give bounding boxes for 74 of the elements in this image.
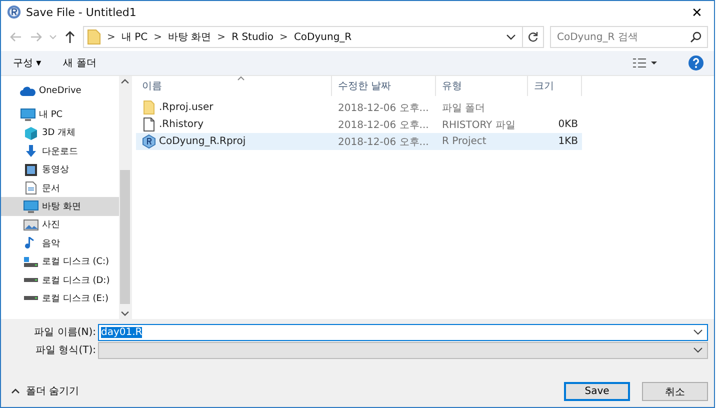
size-cell: 0KB bbox=[558, 119, 578, 130]
sort-caret-icon bbox=[237, 76, 245, 81]
breadcrumb-item[interactable]: 바탕 화면 bbox=[168, 30, 212, 44]
sidebar-item[interactable]: 로컬 디스크 (E:) bbox=[1, 289, 119, 308]
chevron-down-icon[interactable] bbox=[506, 32, 516, 42]
breadcrumb-item[interactable]: 내 PC bbox=[121, 30, 148, 44]
column-header[interactable]: 이름 bbox=[136, 76, 332, 96]
close-button[interactable]: ✕ bbox=[680, 1, 714, 23]
file-name: .Rhistory bbox=[159, 119, 204, 130]
dialog-button[interactable]: Save bbox=[564, 382, 630, 401]
up-arrow-icon[interactable] bbox=[63, 30, 77, 44]
type-cell: R Project bbox=[442, 136, 486, 147]
folder-icon bbox=[87, 29, 101, 45]
file-name: CoDyung_R.Rproj bbox=[159, 136, 246, 147]
film-icon bbox=[23, 162, 39, 177]
breadcrumb-separator: > bbox=[217, 32, 226, 42]
help-icon[interactable] bbox=[688, 55, 704, 71]
sidebar-item[interactable]: 사진 bbox=[1, 216, 119, 234]
chevron-up-icon bbox=[11, 388, 20, 394]
breadcrumb-separator: > bbox=[280, 32, 288, 42]
sidebar-item[interactable]: 로컬 디스크 (D:) bbox=[1, 270, 119, 290]
window-title: Save File - Untitled1 bbox=[26, 6, 136, 18]
down-arrow-icon bbox=[23, 144, 39, 158]
sidebar-item[interactable]: 다운로드 bbox=[1, 142, 119, 161]
organize-menu[interactable]: 구성 ▾ bbox=[9, 54, 46, 72]
file-name-field[interactable]: day01.R bbox=[98, 324, 708, 340]
r-logo-icon bbox=[7, 5, 21, 19]
scrollbar[interactable] bbox=[119, 76, 131, 319]
file-name: .Rproj.user bbox=[159, 102, 214, 113]
sidebar-item[interactable]: 3D 개체 bbox=[1, 124, 119, 142]
search-field[interactable]: CoDyung_R 검색 bbox=[550, 26, 708, 48]
sidebar-item[interactable]: 로컬 디스크 (C:) bbox=[1, 252, 119, 271]
size-cell: 1KB bbox=[558, 136, 578, 147]
drive-icon bbox=[23, 277, 39, 284]
new-folder-button[interactable]: 새 폴더 bbox=[59, 54, 100, 72]
image-icon bbox=[23, 218, 39, 232]
file-row[interactable]: .Rhistory 2018-12-06 오후... RHISTORY 파일 0KB bbox=[136, 116, 582, 133]
column-header[interactable]: 크기 bbox=[528, 76, 582, 96]
type-cell-text: 파일 폴더 bbox=[442, 102, 486, 114]
breadcrumb-item[interactable]: R Studio bbox=[232, 32, 274, 42]
breadcrumb-separator: > bbox=[154, 32, 162, 42]
sidebar-item[interactable]: 동영상 bbox=[1, 160, 119, 179]
breadcrumb-separator: > bbox=[107, 32, 116, 42]
search-icon bbox=[690, 31, 702, 43]
drive-icon bbox=[23, 254, 39, 269]
r-project-icon bbox=[142, 134, 156, 149]
file-row[interactable]: CoDyung_R.Rproj 2018-12-06 오후... R Project 1KB bbox=[136, 133, 582, 150]
sidebar-item[interactable]: 내 PC bbox=[1, 105, 119, 124]
address-bar[interactable]: > 내 PC > 바탕 화면 > R Studio > CoDyung_R bbox=[83, 26, 544, 48]
hide-folders-button[interactable]: 폴더 숨기기 bbox=[9, 382, 82, 400]
date-cell-text: 2018-12-06 오후... bbox=[338, 102, 429, 114]
monitor-icon bbox=[23, 200, 39, 214]
sidebar-item[interactable]: OneDrive bbox=[1, 82, 119, 100]
breadcrumb-item[interactable]: CoDyung_R bbox=[294, 32, 352, 42]
view-options-icon[interactable] bbox=[632, 57, 658, 69]
sidebar-item[interactable]: 음악 bbox=[1, 234, 119, 253]
cube-icon bbox=[23, 126, 39, 140]
date-cell-text: 2018-12-06 오후... bbox=[338, 136, 429, 148]
file-type-label: 파일 형식(T): bbox=[34, 344, 97, 357]
column-header[interactable]: 유형 bbox=[436, 76, 528, 96]
sidebar-item[interactable]: 바탕 화면 bbox=[1, 197, 119, 216]
type-cell-text: RHISTORY 파일 bbox=[442, 118, 516, 132]
column-header[interactable]: 수정한 날짜 bbox=[332, 76, 436, 96]
file-row[interactable]: .Rproj.user 2018-12-06 오후... 파일 폴더 bbox=[136, 99, 582, 116]
sidebar-item[interactable]: 문서 bbox=[1, 178, 119, 198]
date-cell-text: 2018-12-06 오후... bbox=[338, 118, 429, 132]
drive-icon bbox=[23, 295, 39, 302]
folder-icon bbox=[142, 100, 156, 115]
document-icon bbox=[23, 181, 39, 196]
dialog-button[interactable]: 취소 bbox=[642, 382, 708, 401]
document-icon bbox=[142, 117, 156, 132]
monitor-icon bbox=[20, 108, 36, 122]
file-name-label: 파일 이름(N): bbox=[33, 326, 97, 339]
cloud-icon bbox=[20, 84, 36, 98]
